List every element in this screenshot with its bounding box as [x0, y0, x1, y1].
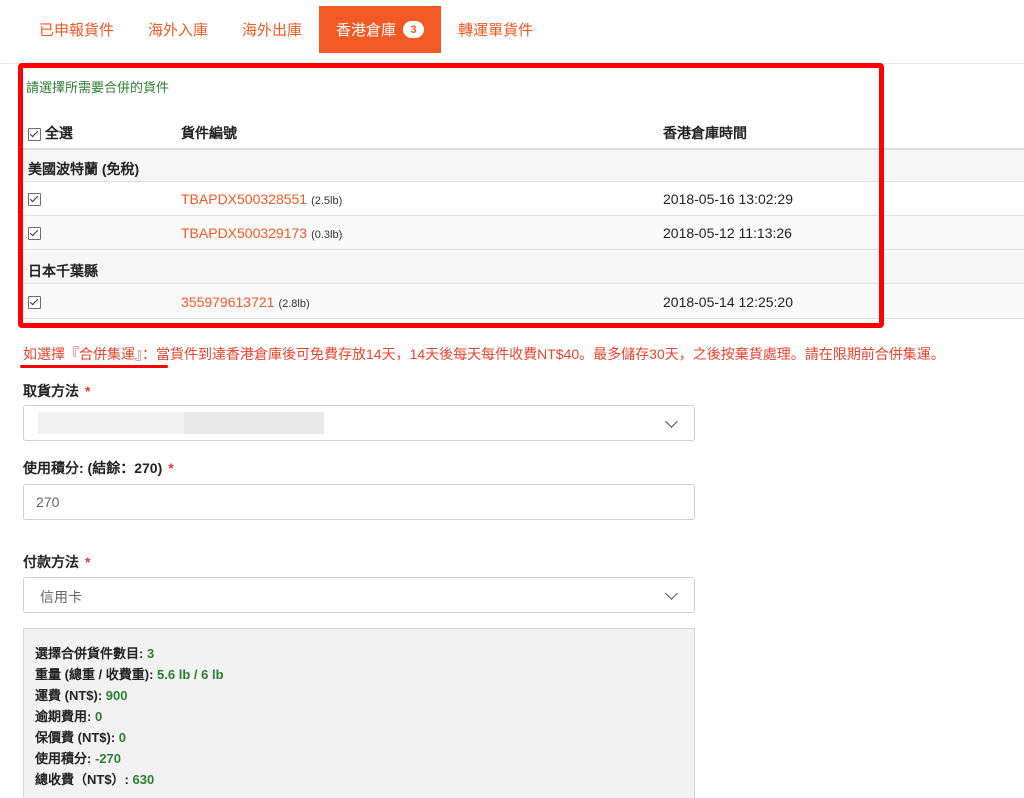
- column-header-time: 香港倉庫時間: [663, 125, 747, 141]
- tabs-divider: [0, 63, 1024, 64]
- select-all-label: 全選: [44, 125, 73, 141]
- summary-shipping-fee: 運費 (NT$): 900: [35, 685, 127, 704]
- pickup-label-text: 取貨方法: [23, 383, 79, 399]
- tracking-number: TBAPDX500328551: [181, 191, 308, 207]
- summary-points-used: 使用積分: -270: [35, 748, 121, 767]
- required-mark: *: [168, 460, 174, 476]
- summary-insurance-fee: 保價費 (NT$): 0: [35, 727, 126, 746]
- warehouse-time: 2018-05-16 13:02:29: [663, 191, 793, 207]
- points-input[interactable]: [24, 485, 694, 519]
- chevron-down-icon: [665, 415, 678, 428]
- table-header: 全選 貨件編號 香港倉庫時間: [22, 113, 1024, 150]
- weight: (2.8lb): [278, 298, 310, 310]
- summary-label: 保價費 (NT$):: [35, 730, 119, 745]
- warehouse-time: 2018-05-12 11:13:26: [663, 225, 792, 241]
- redacted-value: [38, 412, 203, 434]
- pickup-method-select[interactable]: [23, 405, 695, 441]
- summary-value: 3: [146, 646, 155, 661]
- tab-label: 香港倉庫: [336, 22, 397, 39]
- count-badge: 3: [403, 21, 425, 38]
- points-label-text: 使用積分: (結餘：270): [23, 460, 163, 476]
- summary-value: -270: [94, 751, 121, 766]
- tab-overseas-outbound[interactable]: 海外出庫: [225, 6, 319, 53]
- table-row: 355979613721 (2.8lb) 2018-05-14 12:25:20: [22, 285, 1024, 319]
- points-label: 使用積分: (結餘：270) *: [23, 458, 174, 478]
- weight: (0.3lb): [311, 229, 343, 241]
- summary-label: 重量 (總重 / 收費重):: [35, 667, 158, 682]
- summary-total: 總收費（NT$）: 630: [35, 769, 154, 788]
- annotation-underline: [20, 365, 168, 368]
- tab-declared-shipments[interactable]: 已申報貨件: [22, 6, 131, 53]
- tab-label: 海外入庫: [148, 22, 209, 39]
- row-checkbox[interactable]: [28, 193, 41, 206]
- tracking-number: TBAPDX500329173: [181, 225, 308, 241]
- tracking-number: 355979613721: [181, 294, 275, 310]
- tab-label: 海外出庫: [242, 22, 303, 39]
- warehouse-time: 2018-05-14 12:25:20: [663, 294, 793, 310]
- tracking-link[interactable]: TBAPDX500329173 (0.3lb): [181, 225, 342, 241]
- tab-overseas-inbound[interactable]: 海外入庫: [131, 6, 225, 53]
- table-row: TBAPDX500329173 (0.3lb) 2018-05-12 11:13:…: [22, 216, 1024, 250]
- summary-value: 900: [105, 688, 128, 703]
- tab-label: 轉運單貨件: [458, 22, 534, 39]
- weight: (2.5lb): [311, 195, 343, 207]
- payment-label-text: 付款方法: [23, 554, 79, 570]
- summary-value: 630: [132, 772, 155, 787]
- tab-hongkong-warehouse[interactable]: 香港倉庫 3: [319, 6, 442, 53]
- summary-weight: 重量 (總重 / 收費重): 5.6 lb / 6 lb: [35, 664, 224, 683]
- group-row-portland: 美國波特蘭 (免稅): [22, 150, 1024, 182]
- tracking-link[interactable]: 355979613721 (2.8lb): [181, 294, 310, 310]
- storage-notice: 如選擇『合併集運』：當貨件到達香港倉庫後可免費存放14天，14天後每天每件收費N…: [23, 346, 945, 362]
- points-field[interactable]: [23, 484, 695, 520]
- select-all[interactable]: 全選: [28, 123, 73, 143]
- payment-method-value: 信用卡: [40, 589, 82, 605]
- group-name: 美國波特蘭 (免稅): [28, 161, 140, 177]
- row-checkbox[interactable]: [28, 296, 41, 309]
- shipment-tabs: 已申報貨件 海外入庫 海外出庫 香港倉庫 3 轉運單貨件: [22, 6, 550, 53]
- summary-value: 5.6 lb / 6 lb: [157, 667, 224, 682]
- tab-transfer-shipments[interactable]: 轉運單貨件: [441, 6, 550, 53]
- summary-value: 0: [94, 709, 103, 724]
- column-header-tracking: 貨件編號: [181, 125, 237, 141]
- row-checkbox[interactable]: [28, 227, 41, 240]
- chevron-down-icon: [665, 587, 678, 600]
- summary-value: 0: [118, 730, 127, 745]
- redacted-value: [184, 412, 324, 434]
- section-heading: 請選擇所需要合併的貨件: [26, 80, 170, 95]
- select-all-checkbox[interactable]: [28, 127, 41, 141]
- summary-count: 選擇合併貨件數目: 3: [35, 643, 154, 662]
- payment-method-label: 付款方法 *: [23, 552, 90, 572]
- group-row-chiba: 日本千葉縣: [22, 252, 1024, 284]
- summary-label: 總收費（NT$）:: [35, 772, 133, 787]
- tracking-link[interactable]: TBAPDX500328551 (2.5lb): [181, 191, 342, 207]
- required-mark: *: [85, 554, 91, 570]
- pickup-method-label: 取貨方法 *: [23, 381, 90, 401]
- summary-label: 選擇合併貨件數目:: [35, 646, 147, 661]
- table-row: TBAPDX500328551 (2.5lb) 2018-05-16 13:02:…: [22, 182, 1024, 216]
- group-name: 日本千葉縣: [28, 263, 98, 279]
- fee-summary-box: 選擇合併貨件數目: 3 重量 (總重 / 收費重): 5.6 lb / 6 lb…: [23, 628, 695, 798]
- summary-label: 運費 (NT$):: [35, 688, 106, 703]
- payment-method-select[interactable]: 信用卡: [23, 577, 695, 613]
- required-mark: *: [85, 383, 91, 399]
- summary-overdue-fee: 逾期費用: 0: [35, 706, 102, 725]
- tab-label: 已申報貨件: [39, 22, 115, 39]
- summary-label: 使用積分:: [35, 751, 95, 766]
- summary-label: 逾期費用:: [35, 709, 95, 724]
